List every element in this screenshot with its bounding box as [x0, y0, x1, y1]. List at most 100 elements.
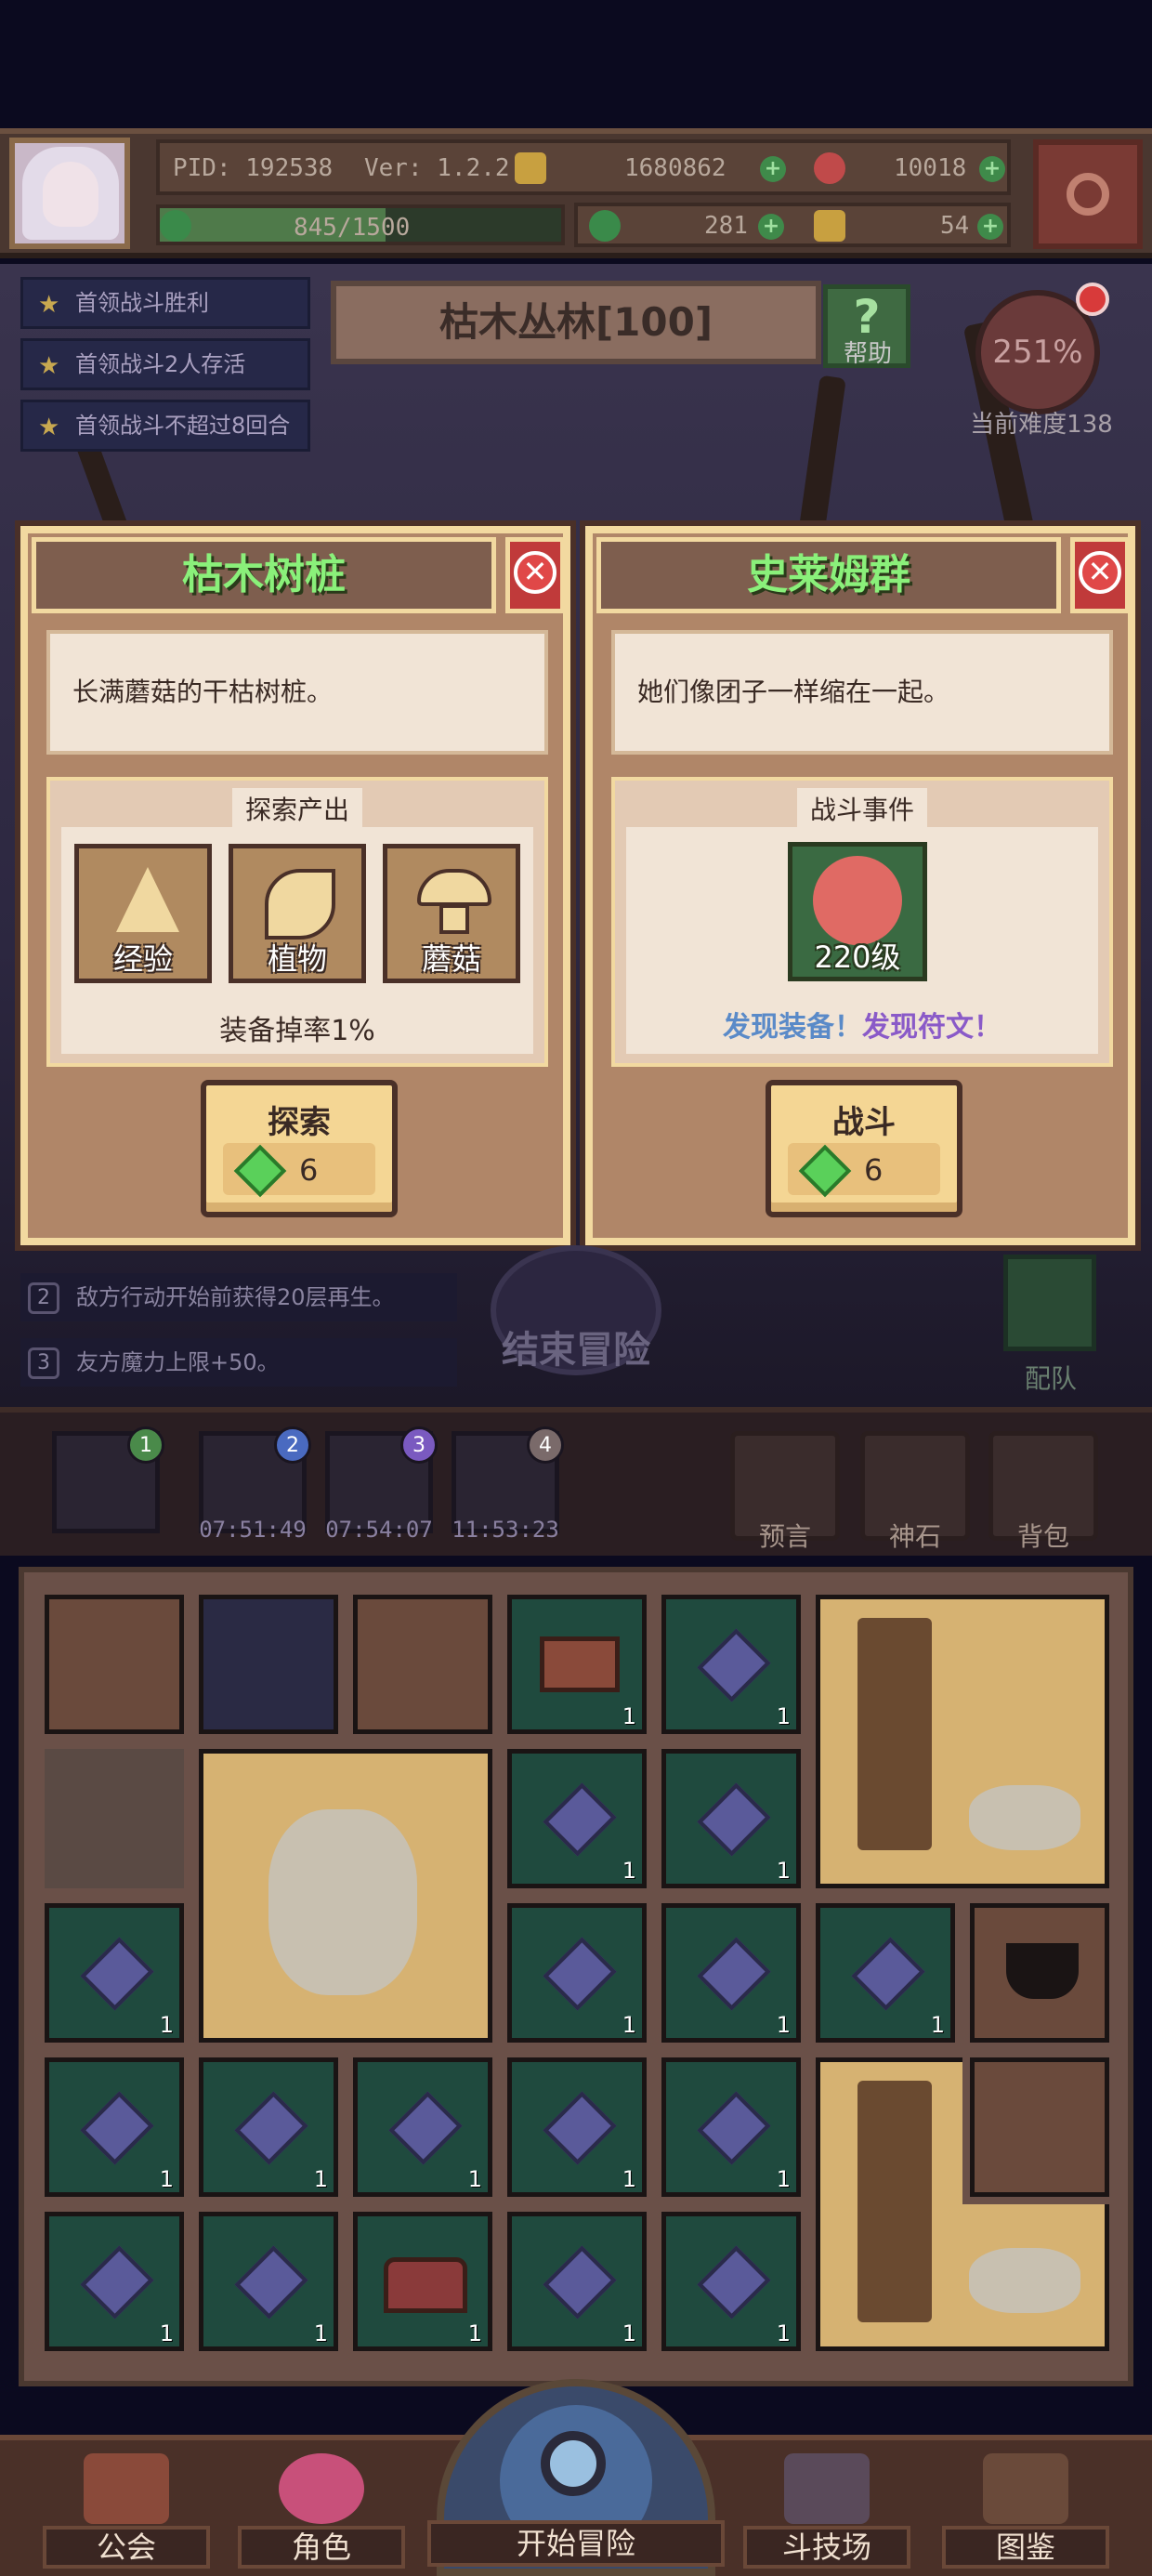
nav-label: 斗技场 — [743, 2526, 910, 2569]
chest-tile[interactable]: 1 — [353, 2212, 492, 2351]
nav-codex[interactable]: 图鉴 — [942, 2453, 1109, 2569]
buff-row: 3 友方魔力上限+50。 — [20, 1338, 457, 1387]
objective-item: ★ 首领战斗不超过8回合 — [20, 400, 310, 452]
slot-number: 2 — [274, 1426, 311, 1464]
player-id: PID: 192538 — [173, 154, 334, 182]
crystal-tile[interactable]: 1 — [507, 2057, 647, 2197]
loot-slot-exp[interactable]: 经验 — [74, 844, 212, 983]
close-button[interactable]: ✕ — [1070, 537, 1130, 613]
guild-house-icon — [84, 2453, 169, 2524]
leaf-icon — [265, 869, 335, 940]
clover-amount: 281 — [704, 212, 748, 240]
battle-button[interactable]: 战斗 6 — [766, 1080, 962, 1217]
tree-stump-tile[interactable] — [816, 1595, 1109, 1888]
slot-number: 4 — [527, 1426, 564, 1464]
adventure-slot[interactable]: 1 — [52, 1426, 164, 1533]
energy-value: 845/1500 — [294, 214, 411, 242]
board-tile[interactable] — [45, 1595, 184, 1734]
avatar-face — [43, 162, 98, 227]
tile-count: 1 — [313, 2320, 328, 2346]
add-key-button[interactable]: + — [977, 214, 1003, 240]
board-tile[interactable] — [353, 1595, 492, 1734]
book-icon — [983, 2453, 1068, 2524]
cost-value: 6 — [299, 1152, 319, 1188]
board-tile[interactable] — [199, 1595, 338, 1734]
clover-icon — [589, 210, 621, 242]
objective-item: ★ 首领战斗胜利 — [20, 277, 310, 329]
crystal-tile[interactable]: 1 — [816, 1903, 955, 2043]
panel-header: 史莱姆群 — [596, 537, 1061, 613]
player-avatar[interactable] — [9, 138, 130, 249]
nav-character[interactable]: 角色 — [238, 2453, 405, 2569]
add-ruby-button[interactable]: + — [979, 156, 1005, 182]
close-icon: ✕ — [1079, 551, 1121, 594]
team-label: 配队 — [1024, 1363, 1077, 1394]
crystal-tile[interactable]: 1 — [353, 2057, 492, 2197]
nav-label: 图鉴 — [942, 2526, 1109, 2569]
tile-count: 1 — [776, 1703, 791, 1729]
backpack-label: 背包 — [1016, 1521, 1069, 1552]
nav-arena[interactable]: 斗技场 — [743, 2453, 910, 2569]
board-tile[interactable] — [970, 2057, 1109, 2197]
gold-coin-icon — [515, 152, 546, 184]
add-gold-button[interactable]: + — [760, 156, 786, 182]
crystal-tile[interactable]: 1 — [199, 2057, 338, 2197]
game-screen: PID: 192538 Ver: 1.2.2.1 1680862 + 10018… — [0, 0, 1152, 2576]
settings-button[interactable] — [1033, 139, 1143, 249]
tile-count: 1 — [930, 2012, 945, 2038]
board-tile[interactable] — [45, 1749, 184, 1888]
crystal-tile[interactable]: 1 — [661, 2057, 801, 2197]
loot-slot-mushroom[interactable]: 蘑菇 — [383, 844, 520, 983]
close-button[interactable]: ✕ — [505, 537, 565, 613]
crystal-tile[interactable]: 1 — [661, 1903, 801, 2043]
notification-dot — [1076, 283, 1109, 316]
start-adventure-label: 开始冒险 — [427, 2520, 725, 2567]
cauldron-icon — [1006, 1943, 1079, 1999]
crystal-tile[interactable]: 1 — [45, 2212, 184, 2351]
tile-count: 1 — [622, 1858, 636, 1884]
tile-count: 1 — [776, 2012, 791, 2038]
help-label: 帮助 — [843, 340, 892, 368]
loot-slot-plant[interactable]: 植物 — [229, 844, 366, 983]
slime-monster-slot[interactable]: 220级 — [788, 842, 927, 981]
cauldron-tile[interactable] — [970, 1903, 1109, 2043]
rock-icon — [969, 2248, 1080, 2313]
add-clover-button[interactable]: + — [758, 214, 784, 240]
treasure-chest-icon — [384, 2257, 467, 2313]
energy-bar: 845/1500 — [156, 204, 565, 245]
crystal-tile[interactable]: 1 — [45, 2057, 184, 2197]
crystal-tile[interactable]: 1 — [507, 1749, 647, 1888]
crossed-swords-icon — [784, 2453, 870, 2524]
crystal-icon — [697, 2245, 771, 2320]
difficulty-label: 当前难度138 — [970, 411, 1113, 439]
nav-guild[interactable]: 公会 — [43, 2453, 210, 2569]
energy-gem-icon — [160, 210, 191, 242]
crystal-tile[interactable]: 1 — [661, 2212, 801, 2351]
star-icon: ★ — [38, 352, 60, 380]
battle-section: 战斗事件 220级 发现装备！发现符文！ — [611, 777, 1113, 1067]
explore-button[interactable]: 探索 6 — [201, 1080, 398, 1217]
monster-level: 220级 — [814, 940, 901, 975]
team-button[interactable] — [1003, 1255, 1096, 1351]
buff-text: 友方魔力上限+50。 — [76, 1349, 280, 1375]
crystal-tile[interactable]: 1 — [507, 1903, 647, 2043]
key-icon — [814, 210, 845, 242]
close-icon: ✕ — [514, 551, 556, 594]
buff-text: 敌方行动开始前获得20层再生。 — [76, 1284, 395, 1310]
cost-value: 6 — [864, 1152, 884, 1188]
tile-count: 1 — [467, 2320, 482, 2346]
slime-portrait — [813, 856, 902, 945]
crystal-tile[interactable]: 1 — [199, 2212, 338, 2351]
panel-header: 枯木树桩 — [32, 537, 496, 613]
discovery-text: 发现装备！发现符文！ — [615, 1004, 1109, 1045]
crystal-tile[interactable]: 1 — [45, 1903, 184, 2043]
crystal-tile[interactable]: 1 — [661, 1749, 801, 1888]
event-panel-stump: 枯木树桩 ✕ 长满蘑菇的干枯树桩。 探索产出 经验 植物 蘑菇 装备掉率1% 探… — [20, 526, 570, 1245]
crystal-tile[interactable]: 1 — [507, 2212, 647, 2351]
crystal-tile[interactable]: 1 — [661, 1595, 801, 1734]
slot-number: 1 — [127, 1426, 164, 1464]
loot-label: 经验 — [112, 941, 173, 977]
exp-arrow-icon — [116, 867, 179, 932]
chest-tile[interactable]: 1 — [507, 1595, 647, 1734]
ruined-statue-tile[interactable] — [199, 1749, 492, 2043]
